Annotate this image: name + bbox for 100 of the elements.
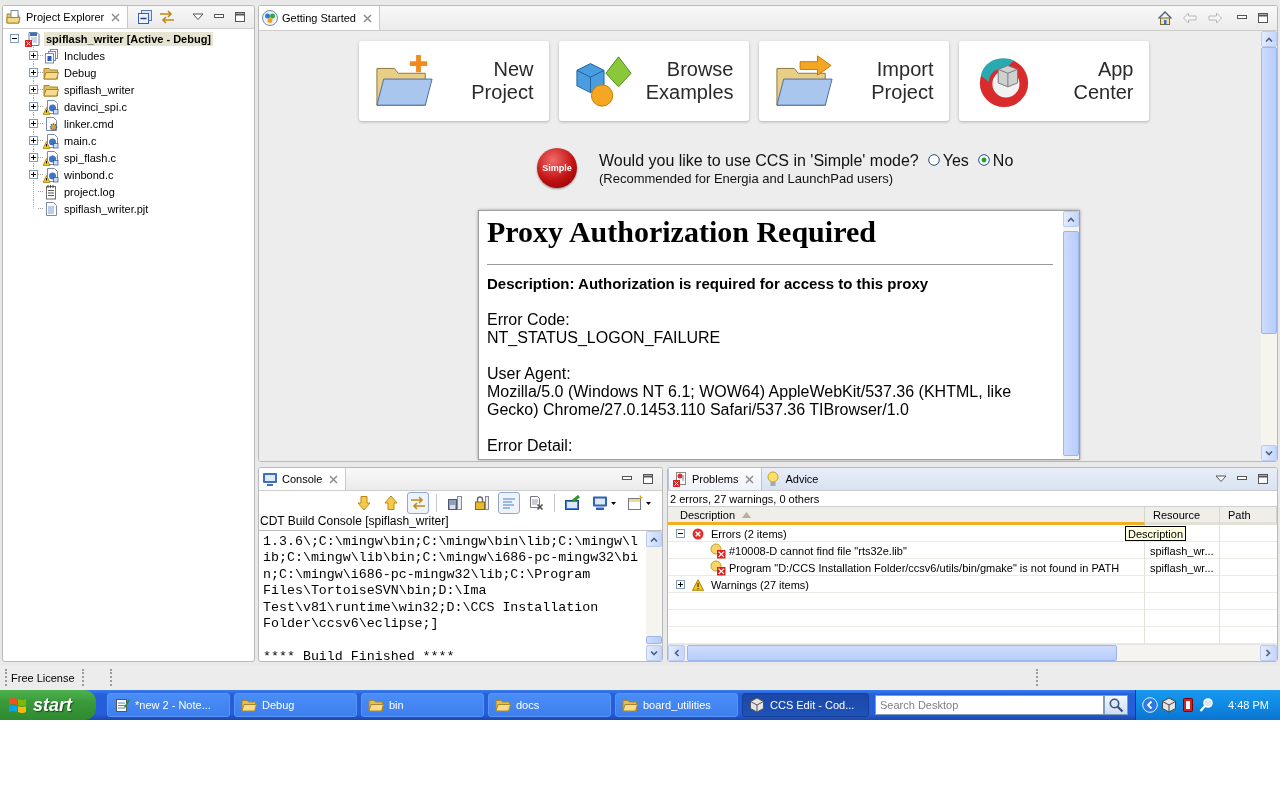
group-label[interactable]: Warnings (27 items) [711,578,809,591]
scroll-up-button[interactable] [1063,211,1079,227]
tree-item[interactable]: Includes [62,48,107,63]
page-heading: Proxy Authorization Required [487,215,877,249]
scrollbar-thumb[interactable] [687,645,1117,661]
device-icon[interactable] [1180,697,1196,713]
tree-item[interactable]: spi_flash.c [62,150,118,165]
console-line: n;C:\mingw\i686-pc-mingw32\lib;C:\Program [263,566,592,584]
scroll-up-button[interactable] [1261,31,1277,47]
resource-cell: spiflash_wr... [1150,561,1214,574]
tree-item[interactable]: project.log [62,184,117,199]
tree-toggle-icon[interactable] [676,580,685,589]
scroll-down-button[interactable] [1261,445,1277,461]
editor-tab[interactable]: Getting Started [259,6,380,30]
close-icon[interactable] [363,13,372,23]
windows-logo-icon [8,696,28,714]
radio-icon[interactable] [927,154,940,166]
action-card[interactable]: App Center [958,41,1149,121]
resource-cell: spiflash_wr... [1150,544,1214,557]
tree-toggle-icon[interactable] [29,170,38,179]
close-icon[interactable] [111,12,121,22]
tree-toggle-icon[interactable] [10,34,19,43]
tree-item[interactable]: winbond.c [62,167,116,182]
scrollbar-thumb[interactable] [646,636,662,644]
radio-option[interactable]: No [977,150,1014,170]
close-icon[interactable] [745,474,755,484]
scroll-left-button[interactable] [668,645,685,661]
tree-toggle-icon[interactable] [29,85,38,94]
column-header[interactable]: Path [1220,507,1277,525]
maximize-icon[interactable] [642,473,654,485]
lightbulb-icon [765,471,782,487]
maximize-icon[interactable] [234,11,246,23]
chevron-up-icon [650,536,658,542]
maximize-icon[interactable] [1257,473,1269,485]
tree-toggle-icon[interactable] [29,153,38,162]
chevron-circle-icon[interactable] [1142,697,1158,713]
column-header[interactable]: Description [668,507,1145,525]
problem-description[interactable]: Program "D:/CCS Installation Folder/ccsv6/utils/bin/gmake" is not found in PATH [729,561,1120,574]
action-card[interactable]: Browse Examples [558,41,749,121]
cube-icon[interactable] [1161,697,1177,713]
collapse-all-icon[interactable] [137,9,154,25]
search-button[interactable] [1104,695,1128,715]
tree-item[interactable]: Debug [62,65,99,80]
action-card[interactable]: Import Project [758,41,949,121]
section-text: Mozilla/5.0 (Windows NT 6.1; WOW64) AppleWebKit/537.36 (KHTML, like Gecko) Chrome/27.0.1453.110 Safari/537.36 TIBrowser/1.0 [487,383,1013,419]
simple-mode-badge[interactable]: Simple [537,148,577,188]
card-title: Browse Examples [645,58,734,104]
scrollbar-thumb[interactable] [1261,47,1277,334]
console-line: 1.3.6\;C:\mingw\bin;C:\mingw\bin\lib;C:\mingw\l [263,534,640,551]
start-button[interactable]: start [0,690,96,720]
tree-item[interactable]: spiflash_writer [62,82,137,97]
tree-item[interactable]: spiflash_writer [Active - Debug] [44,31,214,46]
tree-toggle-icon[interactable] [29,102,38,111]
taskbar-button[interactable]: bin [361,693,484,717]
taskbar-button[interactable]: CCS Edit - Cod... [742,693,869,717]
action-card[interactable]: New Project [358,41,549,121]
view-menu-icon[interactable] [192,11,204,23]
link-arrows-icon[interactable] [159,9,176,25]
scroll-up-button[interactable] [646,531,662,547]
taskbar-button[interactable]: *new 2 - Note... [107,693,230,717]
tree-toggle-icon[interactable] [29,136,38,145]
section-title: Error Code: [487,311,571,329]
tree-toggle-icon[interactable] [29,119,38,128]
tree-item[interactable]: linker.cmd [62,116,116,131]
taskbar-button[interactable]: board_utilities [615,693,738,717]
scroll-down-button[interactable] [646,645,662,661]
view-tab[interactable]: Project Explorer [3,6,129,28]
taskbar-button[interactable]: Debug [234,693,357,717]
taskbar-button[interactable]: docs [488,693,611,717]
home-icon[interactable] [1157,10,1173,26]
clear-document-icon [528,495,544,511]
chevron-down-icon [1265,450,1273,456]
tree-toggle-icon[interactable] [29,51,38,60]
radio-option[interactable]: Yes [927,150,969,170]
tree-toggle-icon[interactable] [676,529,685,538]
arrow-down-icon [356,495,372,511]
arrow-up-icon [383,495,399,511]
tree-item[interactable]: main.c [62,133,99,148]
view-tab[interactable]: Problems [668,468,763,490]
tree-item[interactable]: davinci_spi.c [62,99,129,114]
radio-icon[interactable] [977,154,990,166]
view-menu-icon[interactable] [1215,473,1227,485]
magnifier-icon[interactable] [1199,697,1215,713]
close-icon[interactable] [329,474,339,484]
tree-toggle-icon[interactable] [29,68,38,77]
console-title: CDT Build Console [spiflash_writer] [259,515,662,531]
view-tab[interactable]: Advice [762,468,827,490]
console-line: Folder\ccsv6\eclipse;] [263,616,440,633]
maximize-icon[interactable] [1257,12,1269,24]
save-log-icon [447,495,463,511]
scroll-right-button[interactable] [1260,645,1277,661]
problem-description[interactable]: #10008-D cannot find file "rts32e.lib" [729,544,907,557]
card-title: New Project [471,58,534,104]
search-field[interactable]: Search Desktop [875,695,1104,715]
chevron-up-icon [1265,36,1273,42]
group-label[interactable]: Errors (2 items) [711,527,787,540]
tree-item[interactable]: spiflash_writer.pjt [62,201,151,216]
cube-icon [749,697,765,713]
view-tab[interactable]: Console [259,468,347,490]
clock: 4:48 PM [1228,699,1269,711]
